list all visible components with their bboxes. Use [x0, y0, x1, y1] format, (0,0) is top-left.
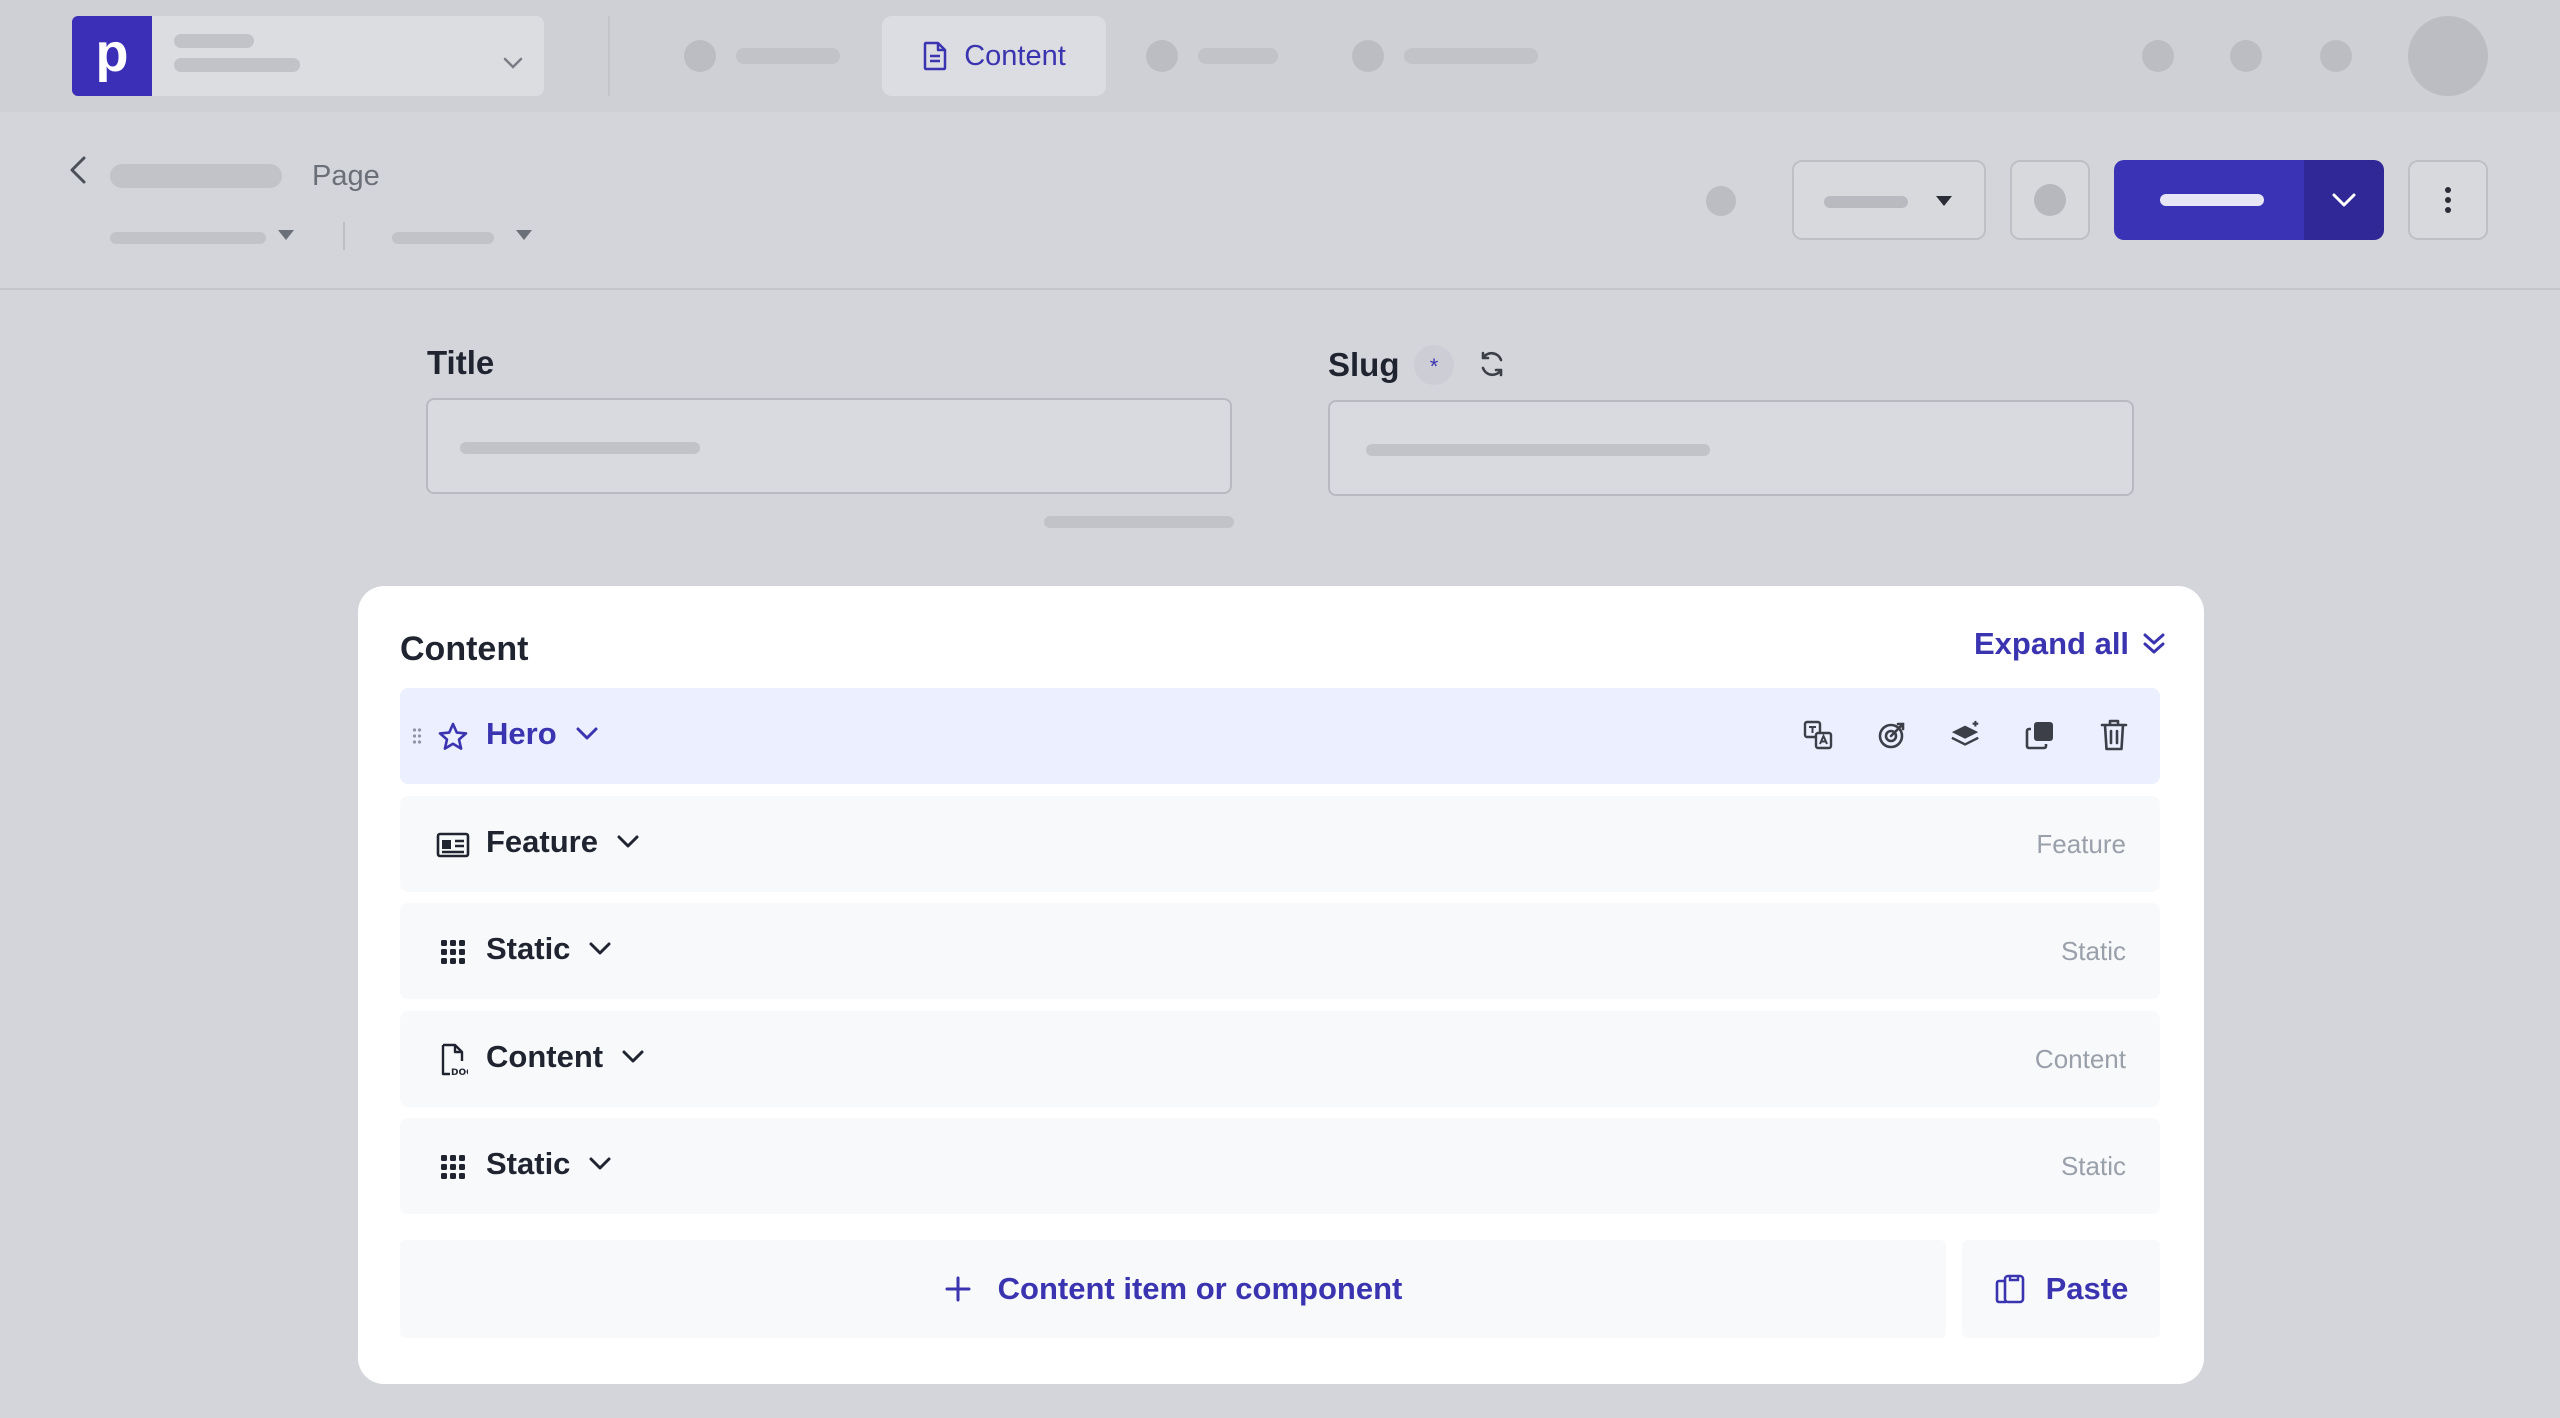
slug-input[interactable]: [1328, 400, 2134, 496]
status-placeholder[interactable]: [392, 232, 494, 244]
paste-icon: [1995, 1274, 2024, 1304]
title-value-placeholder: [460, 442, 700, 454]
preview-icon: [2034, 184, 2066, 216]
content-item-name: Feature: [486, 824, 598, 859]
nav-item-icon-placeholder: [1146, 40, 1178, 72]
chevron-down-icon: [2332, 193, 2356, 207]
duplicate-icon[interactable]: [2024, 716, 2056, 754]
paste-button[interactable]: Paste: [1962, 1240, 2160, 1338]
locale-placeholder[interactable]: [110, 232, 266, 244]
publish-label-placeholder: [2160, 194, 2264, 206]
content-item-label: Content: [486, 1039, 645, 1075]
space-name-placeholder: [174, 34, 254, 48]
expand-all-label: Expand all: [1974, 626, 2130, 661]
star-icon: [436, 720, 470, 754]
chevron-down-icon[interactable]: [621, 1049, 645, 1065]
expand-all-button[interactable]: Expand all: [1974, 626, 2167, 662]
chevron-down-icon[interactable]: [588, 1156, 612, 1172]
top-navigation: p Content: [0, 0, 2560, 112]
slug-field-label: Slug: [1328, 346, 1400, 383]
doc-file-icon: DOC: [436, 1043, 470, 1077]
slug-value-placeholder: [1366, 444, 1710, 456]
content-item-static[interactable]: Static Static: [400, 1118, 2160, 1214]
version-placeholder: [1824, 196, 1908, 208]
title-input[interactable]: [426, 398, 1232, 494]
nav-item-icon-placeholder: [1352, 40, 1384, 72]
content-item-type: Content: [2034, 1044, 2126, 1074]
space-sub-placeholder: [174, 58, 300, 72]
content-panel-title: Content: [400, 630, 529, 668]
grid-icon: [436, 1150, 470, 1184]
character-count-placeholder: [1044, 516, 1234, 528]
publish-options-button[interactable]: [2304, 160, 2384, 240]
document-icon: [923, 41, 947, 71]
chevron-down-icon[interactable]: [575, 726, 599, 742]
tab-content[interactable]: Content: [882, 16, 1106, 96]
svg-text:DOC: DOC: [451, 1068, 468, 1077]
content-item-label: Static: [486, 931, 612, 967]
content-item-name: Content: [486, 1039, 604, 1074]
double-chevron-down-icon: [2143, 633, 2165, 654]
chevron-down-icon[interactable]: [588, 941, 612, 957]
content-item-name: Hero: [486, 716, 557, 751]
layers-icon[interactable]: [1950, 716, 1982, 754]
plus-icon: [945, 1276, 971, 1302]
caret-down-icon[interactable]: [276, 228, 296, 242]
translate-icon[interactable]: [1802, 716, 1834, 754]
caret-down-icon[interactable]: [514, 228, 534, 242]
content-item-label: Feature: [486, 824, 640, 860]
drag-handle-icon[interactable]: [412, 726, 422, 746]
status-indicator-icon: [1706, 186, 1736, 216]
grid-icon: [436, 935, 470, 969]
add-content-item-button[interactable]: Content item or component: [400, 1240, 1946, 1338]
back-arrow-icon[interactable]: [64, 152, 94, 192]
settings-icon[interactable]: [2320, 40, 2352, 72]
content-item-static[interactable]: Static Static: [400, 903, 2160, 999]
help-icon[interactable]: [2142, 40, 2174, 72]
preview-button[interactable]: [2010, 160, 2090, 240]
target-icon[interactable]: [1876, 716, 1908, 754]
version-dropdown[interactable]: [1792, 160, 1986, 240]
trash-icon[interactable]: [2098, 716, 2130, 754]
required-indicator: *: [1414, 345, 1454, 385]
content-item-feature[interactable]: Feature Feature: [400, 796, 2160, 892]
content-item-type: Static: [2060, 936, 2126, 966]
nav-divider: [608, 16, 610, 96]
tab-content-label: Content: [964, 39, 1066, 72]
publish-button[interactable]: [2114, 160, 2304, 240]
chevron-down-icon[interactable]: [616, 834, 640, 850]
content-item-hero[interactable]: Hero: [400, 688, 2160, 784]
chevron-down-icon: [503, 57, 523, 69]
nav-item-placeholder[interactable]: [1198, 48, 1278, 64]
content-item-type: Static: [2060, 1151, 2126, 1181]
nav-item-icon-placeholder: [684, 40, 716, 72]
caret-down-icon: [1936, 196, 1952, 206]
content-item-name: Static: [486, 931, 571, 966]
refresh-icon[interactable]: [1476, 348, 1508, 380]
more-options-button[interactable]: [2408, 160, 2488, 240]
content-item-content[interactable]: DOC Content Content: [400, 1011, 2160, 1107]
space-switcher[interactable]: [152, 16, 544, 96]
content-item-name: Static: [486, 1146, 571, 1181]
app-logo[interactable]: p: [72, 16, 152, 96]
id-card-icon: [436, 828, 470, 862]
content-item-type: Feature: [2036, 829, 2126, 859]
content-item-label: Static: [486, 1146, 612, 1182]
title-field-label: Title: [427, 344, 495, 381]
header-divider: [343, 222, 345, 250]
content-item-label: Hero: [486, 716, 599, 752]
nav-item-placeholder[interactable]: [1404, 48, 1538, 64]
more-vertical-icon: [2445, 187, 2451, 213]
page-title-placeholder: [110, 164, 282, 188]
avatar[interactable]: [2408, 16, 2488, 96]
paste-label: Paste: [2045, 1271, 2129, 1306]
row-actions: [1802, 716, 2130, 754]
logo-letter: p: [95, 23, 129, 83]
page-type-label: Page: [312, 160, 380, 192]
notifications-icon[interactable]: [2230, 40, 2262, 72]
add-content-item-label: Content item or component: [997, 1271, 1403, 1306]
nav-item-placeholder[interactable]: [736, 48, 840, 64]
